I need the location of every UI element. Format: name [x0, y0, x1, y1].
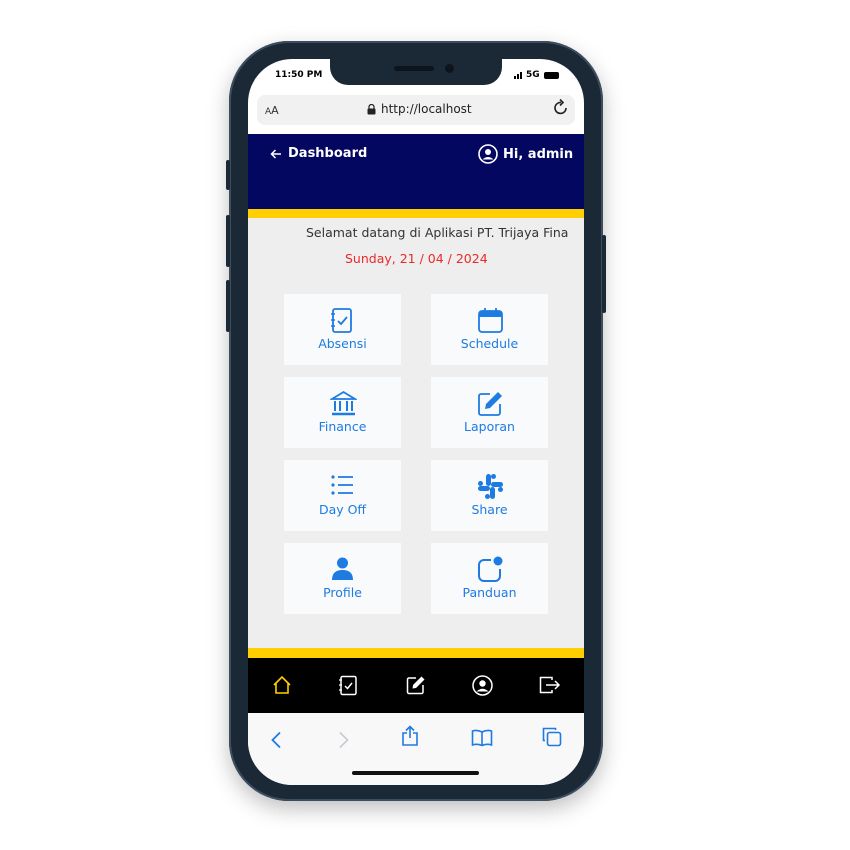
notch	[330, 59, 502, 85]
logout-icon[interactable]	[539, 675, 561, 695]
screen: 11:50 PM 5G AA http://localhost Dashboar…	[248, 59, 584, 785]
current-date: Sunday, 21 / 04 / 2024	[345, 251, 488, 266]
menu-day-off[interactable]: Day Off	[284, 460, 401, 531]
volume-down-button	[226, 280, 230, 332]
chevron-right-icon[interactable]	[338, 731, 350, 749]
status-indicators: 5G	[514, 70, 559, 80]
back-label: Dashboard	[288, 146, 368, 161]
text-size-large: A	[271, 104, 279, 117]
checklist-icon[interactable]	[338, 675, 358, 696]
menu-label: Schedule	[460, 336, 519, 351]
home-indicator	[352, 771, 479, 775]
menu-profile[interactable]: Profile	[284, 543, 401, 614]
notification-icon	[478, 556, 503, 582]
url-display[interactable]: http://localhost	[367, 102, 472, 116]
signal-icon	[514, 71, 522, 79]
home-icon[interactable]	[272, 675, 292, 695]
menu-absensi[interactable]: Absensi	[284, 294, 401, 365]
dashboard-content: Selamat datang di Aplikasi PT. Trijaya F…	[248, 218, 584, 648]
tabs-icon[interactable]	[542, 727, 562, 747]
status-time: 11:50 PM	[275, 70, 323, 80]
menu-label: Laporan	[464, 419, 515, 434]
welcome-marquee: Selamat datang di Aplikasi PT. Trijaya F…	[306, 225, 569, 240]
text-size-button[interactable]: AA	[265, 104, 279, 117]
menu-laporan[interactable]: Laporan	[431, 377, 548, 448]
speaker	[394, 66, 434, 71]
app-header: Dashboard Hi, admin	[248, 134, 584, 218]
edit-icon[interactable]	[406, 675, 426, 695]
menu-label: Share	[471, 502, 508, 517]
arrow-left-icon	[270, 148, 281, 159]
camera	[445, 64, 454, 73]
bank-icon	[330, 390, 357, 416]
bookmarks-icon[interactable]	[471, 729, 493, 747]
menu-label: Panduan	[462, 585, 517, 600]
lock-icon	[367, 103, 376, 114]
slack-icon	[478, 474, 503, 499]
menu-finance[interactable]: Finance	[284, 377, 401, 448]
user-circle-icon	[478, 144, 498, 164]
checklist-icon	[331, 308, 352, 333]
menu-label: Finance	[318, 419, 367, 434]
battery-icon	[543, 71, 559, 79]
person-icon	[332, 557, 353, 580]
edit-icon	[478, 392, 502, 416]
back-button[interactable]: Dashboard	[270, 146, 367, 161]
menu-panduan[interactable]: Panduan	[431, 543, 548, 614]
address-bar[interactable]: AA http://localhost	[257, 95, 575, 125]
user-menu[interactable]: Hi, admin	[478, 144, 573, 164]
network-label: 5G	[526, 70, 540, 80]
bottom-nav	[248, 658, 584, 713]
power-button	[602, 235, 606, 313]
share-icon[interactable]	[400, 725, 420, 747]
url-text: http://localhost	[381, 102, 472, 116]
list-icon	[331, 475, 353, 495]
volume-up-button	[226, 215, 230, 267]
calendar-icon	[478, 308, 503, 333]
menu-share[interactable]: Share	[431, 460, 548, 531]
greeting: Hi, admin	[503, 146, 574, 162]
menu-schedule[interactable]: Schedule	[431, 294, 548, 365]
menu-label: Absensi	[318, 336, 367, 351]
menu-label: Profile	[323, 585, 362, 600]
reload-icon[interactable]	[553, 98, 569, 116]
chevron-left-icon[interactable]	[270, 731, 282, 749]
footer-stripe	[248, 648, 584, 658]
menu-label: Day Off	[318, 502, 367, 517]
account-icon[interactable]	[472, 675, 493, 696]
mute-switch	[226, 160, 230, 190]
